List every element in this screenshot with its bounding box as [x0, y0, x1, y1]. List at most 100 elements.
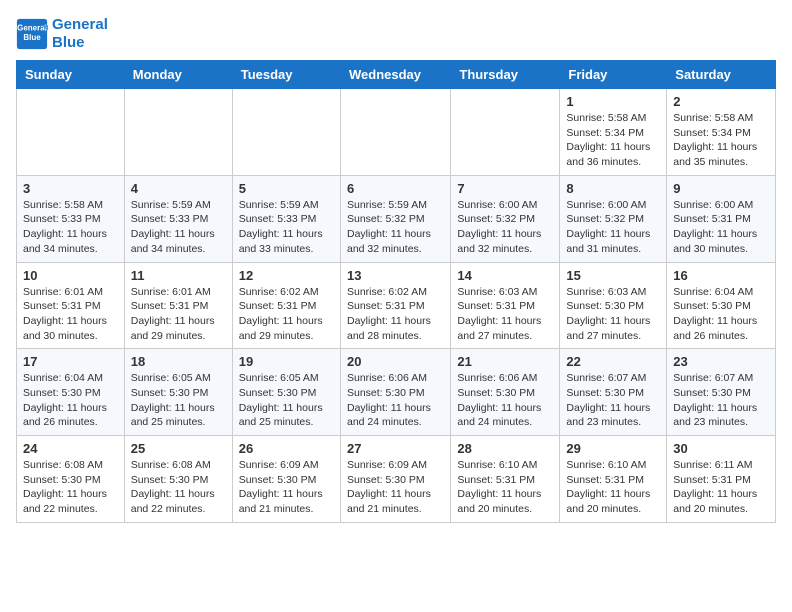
day-number: 23: [673, 354, 769, 369]
day-number: 8: [566, 181, 660, 196]
day-number: 28: [457, 441, 553, 456]
logo: General Blue GeneralBlue: [16, 16, 108, 52]
day-info: Sunrise: 6:00 AM Sunset: 5:31 PM Dayligh…: [673, 198, 769, 257]
day-number: 4: [131, 181, 226, 196]
calendar-cell: 15 Sunrise: 6:03 AM Sunset: 5:30 PM Dayli…: [560, 262, 667, 349]
calendar-cell: [17, 89, 125, 176]
calendar-cell: 4 Sunrise: 5:59 AM Sunset: 5:33 PM Daylig…: [124, 175, 232, 262]
calendar-cell: 16 Sunrise: 6:04 AM Sunset: 5:30 PM Dayli…: [667, 262, 776, 349]
day-number: 9: [673, 181, 769, 196]
day-info: Sunrise: 6:07 AM Sunset: 5:30 PM Dayligh…: [566, 371, 660, 430]
calendar-cell: 29 Sunrise: 6:10 AM Sunset: 5:31 PM Dayli…: [560, 436, 667, 523]
logo-text: GeneralBlue: [52, 16, 108, 52]
calendar-cell: 6 Sunrise: 5:59 AM Sunset: 5:32 PM Daylig…: [340, 175, 450, 262]
day-number: 24: [23, 441, 118, 456]
day-number: 1: [566, 94, 660, 109]
day-info: Sunrise: 5:59 AM Sunset: 5:33 PM Dayligh…: [239, 198, 334, 257]
day-info: Sunrise: 6:02 AM Sunset: 5:31 PM Dayligh…: [347, 285, 444, 344]
calendar-cell: 2 Sunrise: 5:58 AM Sunset: 5:34 PM Daylig…: [667, 89, 776, 176]
day-info: Sunrise: 6:11 AM Sunset: 5:31 PM Dayligh…: [673, 458, 769, 517]
calendar-cell: 19 Sunrise: 6:05 AM Sunset: 5:30 PM Dayli…: [232, 349, 340, 436]
calendar-cell: 23 Sunrise: 6:07 AM Sunset: 5:30 PM Dayli…: [667, 349, 776, 436]
weekday-header: Wednesday: [340, 61, 450, 89]
svg-text:Blue: Blue: [23, 33, 41, 42]
weekday-header: Saturday: [667, 61, 776, 89]
day-info: Sunrise: 6:04 AM Sunset: 5:30 PM Dayligh…: [673, 285, 769, 344]
calendar-cell: 25 Sunrise: 6:08 AM Sunset: 5:30 PM Dayli…: [124, 436, 232, 523]
day-number: 7: [457, 181, 553, 196]
page-header: General Blue GeneralBlue: [16, 16, 776, 52]
calendar-cell: 5 Sunrise: 5:59 AM Sunset: 5:33 PM Daylig…: [232, 175, 340, 262]
day-info: Sunrise: 5:58 AM Sunset: 5:34 PM Dayligh…: [566, 111, 660, 170]
calendar-cell: 7 Sunrise: 6:00 AM Sunset: 5:32 PM Daylig…: [451, 175, 560, 262]
calendar-week-row: 17 Sunrise: 6:04 AM Sunset: 5:30 PM Dayli…: [17, 349, 776, 436]
day-info: Sunrise: 6:10 AM Sunset: 5:31 PM Dayligh…: [566, 458, 660, 517]
day-number: 15: [566, 268, 660, 283]
logo-line1: General: [52, 16, 108, 34]
day-info: Sunrise: 5:58 AM Sunset: 5:34 PM Dayligh…: [673, 111, 769, 170]
day-number: 29: [566, 441, 660, 456]
day-info: Sunrise: 6:04 AM Sunset: 5:30 PM Dayligh…: [23, 371, 118, 430]
calendar-cell: [340, 89, 450, 176]
day-number: 3: [23, 181, 118, 196]
day-number: 5: [239, 181, 334, 196]
weekday-header: Sunday: [17, 61, 125, 89]
calendar-cell: 3Sunrise: 5:58 AM Sunset: 5:33 PM Daylig…: [17, 175, 125, 262]
calendar-cell: 30 Sunrise: 6:11 AM Sunset: 5:31 PM Dayli…: [667, 436, 776, 523]
calendar-week-row: 24 Sunrise: 6:08 AM Sunset: 5:30 PM Dayli…: [17, 436, 776, 523]
day-info: Sunrise: 6:07 AM Sunset: 5:30 PM Dayligh…: [673, 371, 769, 430]
day-info: Sunrise: 6:00 AM Sunset: 5:32 PM Dayligh…: [566, 198, 660, 257]
weekday-header: Friday: [560, 61, 667, 89]
day-number: 6: [347, 181, 444, 196]
day-info: Sunrise: 6:01 AM Sunset: 5:31 PM Dayligh…: [23, 285, 118, 344]
day-number: 26: [239, 441, 334, 456]
calendar-header-row: SundayMondayTuesdayWednesdayThursdayFrid…: [17, 61, 776, 89]
day-info: Sunrise: 6:06 AM Sunset: 5:30 PM Dayligh…: [457, 371, 553, 430]
calendar-cell: 12Sunrise: 6:02 AM Sunset: 5:31 PM Dayli…: [232, 262, 340, 349]
calendar-cell: 20Sunrise: 6:06 AM Sunset: 5:30 PM Dayli…: [340, 349, 450, 436]
day-info: Sunrise: 6:08 AM Sunset: 5:30 PM Dayligh…: [131, 458, 226, 517]
calendar-cell: 17 Sunrise: 6:04 AM Sunset: 5:30 PM Dayli…: [17, 349, 125, 436]
day-number: 25: [131, 441, 226, 456]
day-info: Sunrise: 6:00 AM Sunset: 5:32 PM Dayligh…: [457, 198, 553, 257]
day-number: 30: [673, 441, 769, 456]
day-info: Sunrise: 6:09 AM Sunset: 5:30 PM Dayligh…: [239, 458, 334, 517]
logo-icon: General Blue: [16, 18, 48, 50]
calendar-cell: 27Sunrise: 6:09 AM Sunset: 5:30 PM Dayli…: [340, 436, 450, 523]
day-number: 22: [566, 354, 660, 369]
calendar-cell: 21 Sunrise: 6:06 AM Sunset: 5:30 PM Dayli…: [451, 349, 560, 436]
calendar-table: SundayMondayTuesdayWednesdayThursdayFrid…: [16, 60, 776, 523]
logo-line2: Blue: [52, 34, 108, 52]
day-info: Sunrise: 6:03 AM Sunset: 5:31 PM Dayligh…: [457, 285, 553, 344]
calendar-cell: 22 Sunrise: 6:07 AM Sunset: 5:30 PM Dayli…: [560, 349, 667, 436]
weekday-header: Thursday: [451, 61, 560, 89]
day-number: 2: [673, 94, 769, 109]
calendar-cell: 11Sunrise: 6:01 AM Sunset: 5:31 PM Dayli…: [124, 262, 232, 349]
calendar-cell: 13 Sunrise: 6:02 AM Sunset: 5:31 PM Dayli…: [340, 262, 450, 349]
day-number: 16: [673, 268, 769, 283]
svg-text:General: General: [17, 23, 47, 32]
day-number: 17: [23, 354, 118, 369]
day-info: Sunrise: 6:05 AM Sunset: 5:30 PM Dayligh…: [131, 371, 226, 430]
day-info: Sunrise: 6:08 AM Sunset: 5:30 PM Dayligh…: [23, 458, 118, 517]
calendar-cell: [232, 89, 340, 176]
day-info: Sunrise: 6:03 AM Sunset: 5:30 PM Dayligh…: [566, 285, 660, 344]
day-number: 13: [347, 268, 444, 283]
calendar-cell: 24 Sunrise: 6:08 AM Sunset: 5:30 PM Dayli…: [17, 436, 125, 523]
calendar-week-row: 3Sunrise: 5:58 AM Sunset: 5:33 PM Daylig…: [17, 175, 776, 262]
calendar-cell: 9 Sunrise: 6:00 AM Sunset: 5:31 PM Daylig…: [667, 175, 776, 262]
day-info: Sunrise: 5:59 AM Sunset: 5:32 PM Dayligh…: [347, 198, 444, 257]
day-number: 21: [457, 354, 553, 369]
calendar-cell: 1 Sunrise: 5:58 AM Sunset: 5:34 PM Daylig…: [560, 89, 667, 176]
day-number: 18: [131, 354, 226, 369]
day-info: Sunrise: 6:05 AM Sunset: 5:30 PM Dayligh…: [239, 371, 334, 430]
calendar-week-row: 1 Sunrise: 5:58 AM Sunset: 5:34 PM Daylig…: [17, 89, 776, 176]
calendar-cell: 8 Sunrise: 6:00 AM Sunset: 5:32 PM Daylig…: [560, 175, 667, 262]
day-number: 10: [23, 268, 118, 283]
day-number: 20: [347, 354, 444, 369]
day-number: 12: [239, 268, 334, 283]
day-info: Sunrise: 6:10 AM Sunset: 5:31 PM Dayligh…: [457, 458, 553, 517]
day-info: Sunrise: 5:59 AM Sunset: 5:33 PM Dayligh…: [131, 198, 226, 257]
calendar-week-row: 10 Sunrise: 6:01 AM Sunset: 5:31 PM Dayli…: [17, 262, 776, 349]
day-number: 19: [239, 354, 334, 369]
